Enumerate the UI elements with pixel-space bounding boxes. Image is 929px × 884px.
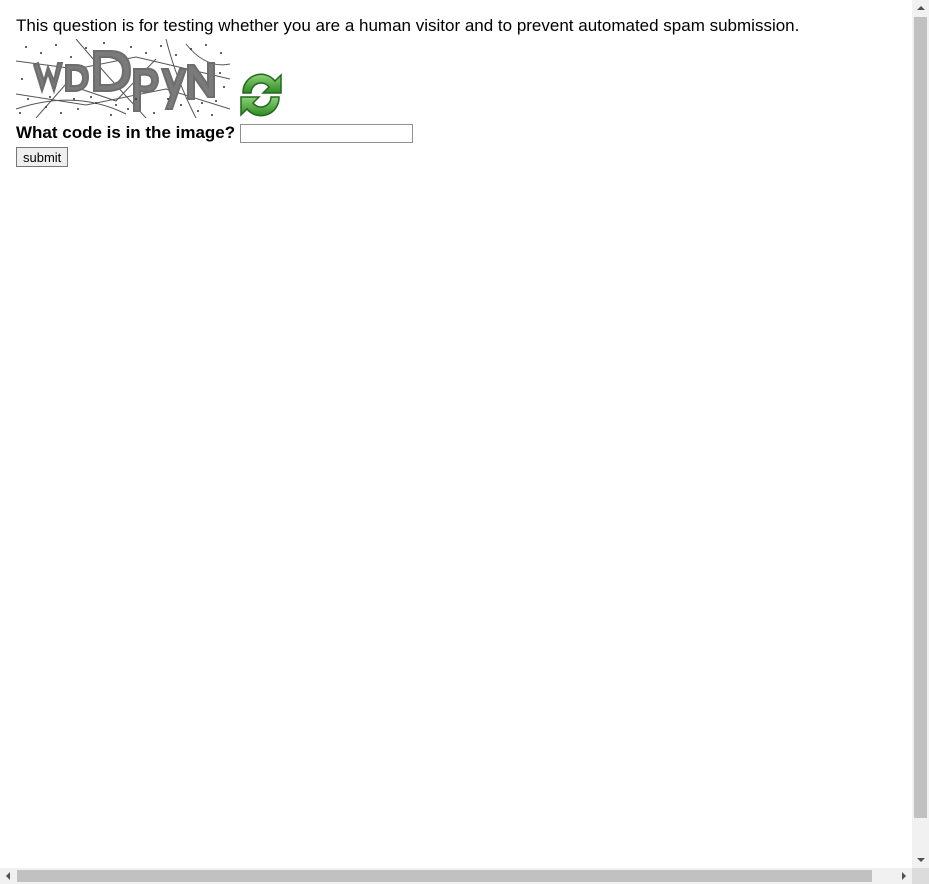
horizontal-scroll-thumb[interactable] [17,870,872,882]
captcha-code-input[interactable] [240,123,414,143]
scrollbar-corner [912,868,929,884]
scroll-left-icon[interactable] [6,872,10,880]
refresh-icon[interactable] [235,69,287,121]
horizontal-scrollbar[interactable] [0,868,912,884]
captcha-form: This question is for testing whether you… [16,15,799,167]
captcha-image [16,39,230,118]
scroll-up-icon[interactable] [917,6,925,10]
submit-button[interactable]: submit [16,147,69,167]
question-row: What code is in the image? [16,122,799,144]
vertical-scroll-thumb[interactable] [914,17,927,818]
captcha-row [16,38,799,118]
question-label: What code is in the image? [16,123,236,142]
page: This question is for testing whether you… [0,0,912,868]
scroll-down-icon[interactable] [917,858,925,862]
vertical-scrollbar[interactable] [912,0,929,868]
scroll-right-icon[interactable] [902,872,906,880]
captcha-description: This question is for testing whether you… [16,16,800,35]
